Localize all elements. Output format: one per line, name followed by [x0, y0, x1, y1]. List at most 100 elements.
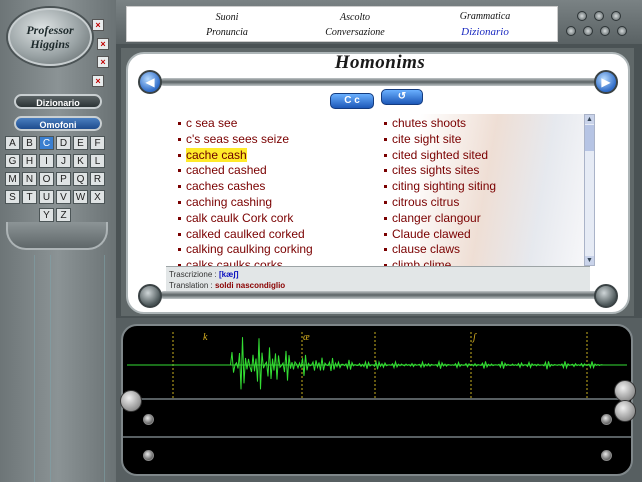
homonym-item[interactable]: calk caulk Cork cork [186, 211, 293, 225]
letter-t-button[interactable]: T [22, 190, 37, 204]
homonym-item[interactable]: caches cashes [186, 179, 265, 193]
close-icon[interactable]: × [92, 19, 104, 31]
professor-higgins-logo: Professor Higgins [8, 8, 92, 66]
triangle-left-icon: ◀ [145, 75, 155, 89]
homonym-item[interactable]: caching cashing [186, 195, 272, 209]
letter-c-button[interactable]: C [39, 136, 54, 150]
list-bullet [178, 248, 181, 252]
list-bullet [178, 122, 181, 125]
letter-e-button[interactable]: E [73, 136, 88, 150]
scroll-thumb[interactable] [585, 125, 594, 151]
homonym-item[interactable]: clanger clangour [392, 211, 481, 225]
scroll-up-icon[interactable]: ▲ [585, 115, 594, 124]
letter-r-button[interactable]: R [90, 172, 105, 186]
back-button[interactable]: ↺ [381, 89, 423, 105]
letter-f-button[interactable]: F [90, 136, 105, 150]
letter-x-button[interactable]: X [90, 190, 105, 204]
homonym-item[interactable]: calked caulked corked [186, 227, 305, 241]
homonym-item[interactable]: calks caulks corks [186, 258, 283, 266]
letter-w-button[interactable]: W [73, 190, 88, 204]
homonym-item[interactable]: citing sighting siting [392, 179, 496, 193]
logo-line-1: Professor [26, 23, 74, 37]
homonym-item[interactable]: c's seas sees seize [186, 132, 289, 146]
previous-button[interactable]: ◀ [138, 70, 162, 94]
list-bullet [178, 216, 181, 220]
play-track-button[interactable] [601, 450, 612, 461]
list-bullet [384, 232, 387, 236]
microphone-icon[interactable] [120, 390, 142, 412]
letter-h-button[interactable]: H [22, 154, 37, 168]
minimize-icon[interactable] [577, 11, 587, 21]
omofoni-button[interactable]: Omofoni [14, 116, 102, 131]
letter-o-button[interactable]: O [39, 172, 54, 186]
letter-y-button[interactable]: Y [39, 208, 54, 222]
play-track-button[interactable] [601, 414, 612, 425]
letter-d-button[interactable]: D [56, 136, 71, 150]
homonym-item[interactable]: citrous citrus [392, 195, 459, 209]
translation-label: Translation : [169, 281, 213, 290]
menu-ascolto[interactable]: Ascolto [307, 12, 403, 23]
letter-z-button[interactable]: Z [56, 208, 71, 222]
list-bullet [384, 248, 387, 252]
close-icon[interactable]: × [97, 38, 109, 50]
letter-a-button[interactable]: A [5, 136, 20, 150]
dizionario-button[interactable]: Dizionario [14, 94, 102, 109]
letter-l-button[interactable]: L [90, 154, 105, 168]
transcription-label: Trascrizione : [169, 270, 217, 279]
homonym-item[interactable]: c sea see [186, 116, 237, 130]
close-icon[interactable]: × [97, 56, 109, 68]
list-bullet [384, 122, 387, 125]
letter-q-button[interactable]: Q [73, 172, 88, 186]
homonym-item[interactable]: clause claws [392, 242, 460, 256]
homonym-item[interactable]: climb clime [392, 258, 451, 266]
next-button[interactable]: ▶ [594, 70, 618, 94]
window-icon[interactable] [594, 11, 604, 21]
menu-suoni[interactable]: Suoni [179, 12, 275, 23]
triangle-right-icon: ▶ [601, 75, 611, 89]
scroll-down-icon[interactable]: ▼ [585, 256, 594, 265]
homonym-item[interactable]: chutes shoots [392, 116, 466, 130]
print-icon[interactable] [566, 26, 576, 36]
letter-m-button[interactable]: M [5, 172, 20, 186]
bottom-rail [160, 291, 600, 299]
list-bullet [178, 169, 181, 173]
letter-k-button[interactable]: K [73, 154, 88, 168]
letter-n-button[interactable]: N [22, 172, 37, 186]
speaker-icon[interactable] [614, 400, 636, 422]
homonym-item[interactable]: cites sights sites [392, 163, 479, 177]
waveform-svg: kæʃ [127, 332, 627, 398]
letter-p-button[interactable]: P [56, 172, 71, 186]
letter-j-button[interactable]: J [56, 154, 71, 168]
homonym-item[interactable]: cite sight site [392, 132, 461, 146]
word-list-scrollbar[interactable]: ▲ ▼ [584, 114, 595, 266]
homonym-item[interactable]: calking caulking corking [186, 242, 313, 256]
logo-line-2: Higgins [30, 37, 70, 51]
letter-b-button[interactable]: B [22, 136, 37, 150]
info-icon[interactable] [617, 26, 627, 36]
speaker-icon[interactable] [614, 380, 636, 402]
letter-u-button[interactable]: U [39, 190, 54, 204]
help-icon[interactable] [600, 26, 610, 36]
letter-v-button[interactable]: V [56, 190, 71, 204]
homonym-item[interactable]: cache cash [186, 147, 247, 162]
menu-conversazione[interactable]: Conversazione [307, 27, 403, 38]
letter-g-button[interactable]: G [5, 154, 20, 168]
record-track-button[interactable] [143, 450, 154, 461]
case-toggle-button[interactable]: C c [330, 93, 374, 109]
homonym-item[interactable]: cached cashed [186, 163, 267, 177]
homonym-item[interactable]: Claude clawed [392, 227, 471, 241]
menu-pronuncia[interactable]: Pronuncia [179, 27, 275, 38]
letter-s-button[interactable]: S [5, 190, 20, 204]
close-icon[interactable] [611, 11, 621, 21]
translation-value: soldi nascondiglio [214, 281, 286, 290]
letter-i-button[interactable]: I [39, 154, 54, 168]
close-icon[interactable]: × [92, 75, 104, 87]
settings-icon[interactable] [583, 26, 593, 36]
menu-grammatica[interactable]: Grammatica [437, 11, 533, 22]
list-bullet [384, 216, 387, 220]
main-menu: Suoni Ascolto Grammatica Pronuncia Conve… [126, 6, 558, 42]
transcription-row: Trascrizione : [kæʃ] [169, 270, 239, 279]
homonym-item[interactable]: cited sighted sited [392, 148, 488, 162]
record-track-button[interactable] [143, 414, 154, 425]
menu-dizionario[interactable]: Dizionario [437, 26, 533, 38]
